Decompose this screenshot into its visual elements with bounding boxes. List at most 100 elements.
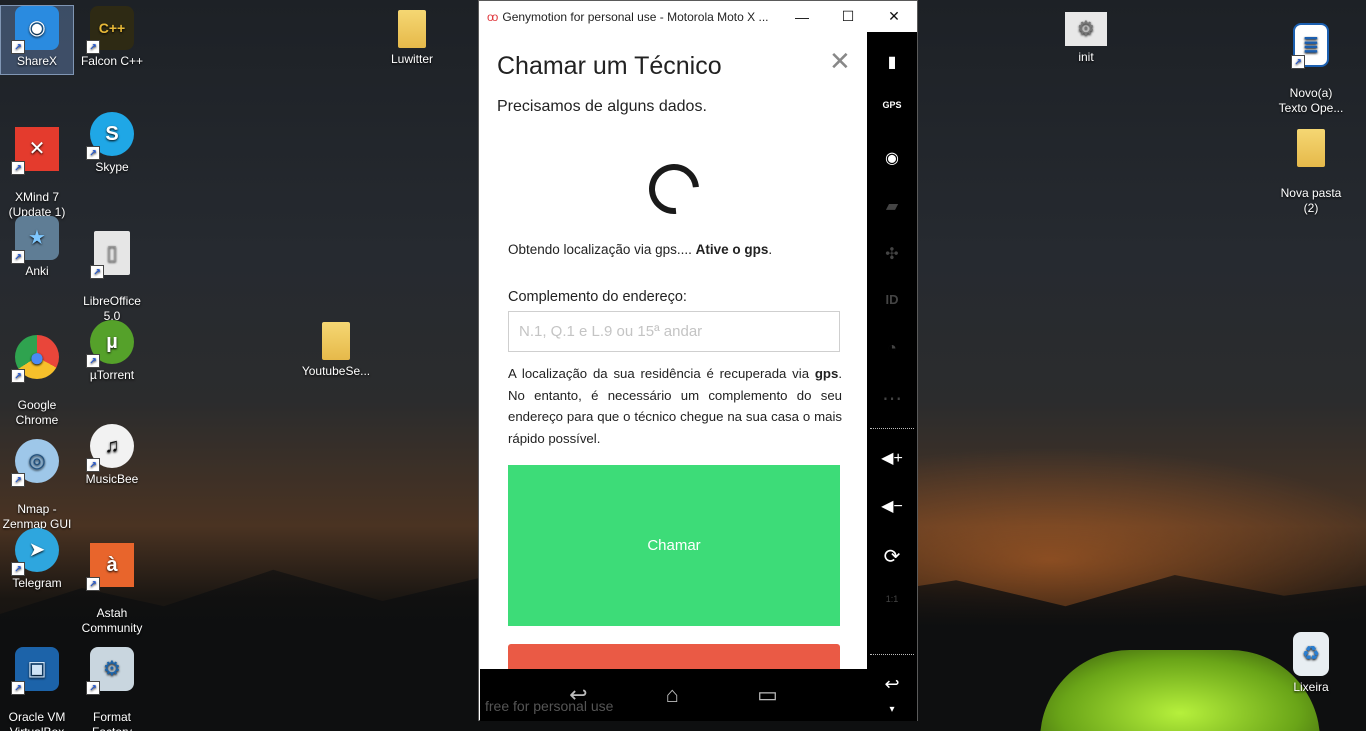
dpad-icon[interactable]: ✣ xyxy=(867,244,917,264)
xmind-icon: ✕ ↗ xyxy=(11,127,59,175)
desktop-icon-musicbee[interactable]: ♫ ↗ MusicBee xyxy=(76,424,148,487)
info-text: A localização da sua residência é recupe… xyxy=(508,363,842,449)
astah-icon: à ↗ xyxy=(86,543,134,591)
desktop-icon-nova-pasta[interactable]: Nova pasta (2) xyxy=(1275,114,1347,231)
gps-status-prefix: Obtendo localização via gps.... xyxy=(508,242,696,257)
desktop-icon-label: MusicBee xyxy=(85,472,139,486)
toolbar-separator xyxy=(870,654,914,655)
close-window-button[interactable]: ✕ xyxy=(871,1,917,32)
loading-spinner-icon xyxy=(638,153,710,225)
complement-input[interactable] xyxy=(508,311,840,352)
shortcut-arrow-icon: ↗ xyxy=(86,458,100,472)
window-title: Genymotion for personal use - Motorola M… xyxy=(502,9,769,24)
recycle-bin-icon: ♻ xyxy=(1293,632,1329,676)
shortcut-arrow-icon: ↗ xyxy=(11,369,25,383)
desktop-icon-label: YoutubeSe... xyxy=(301,364,371,378)
gear-icon: ⚙ xyxy=(1065,12,1107,46)
sharex-icon: ◉ ↗ xyxy=(11,6,59,54)
sms-icon[interactable]: ⋯ xyxy=(867,386,917,411)
volume-down-icon[interactable]: ◀− xyxy=(867,496,917,516)
desktop-icon-skype[interactable]: S ↗ Skype xyxy=(76,112,148,175)
page-title: Chamar um Técnico xyxy=(497,52,722,80)
desktop-icon-luwitter[interactable]: Luwitter xyxy=(376,10,448,67)
capture-icon[interactable]: ▰ xyxy=(867,196,917,216)
more-icon[interactable]: ▾ xyxy=(867,704,917,715)
battery-icon[interactable]: ▮ xyxy=(867,52,917,72)
shortcut-arrow-icon: ↗ xyxy=(11,161,25,175)
maximize-button[interactable]: ☐ xyxy=(825,1,871,32)
libreoffice-icon: ▯ ↗ xyxy=(90,231,130,279)
desktop-icon-label: Lixeira xyxy=(1293,680,1329,694)
gps-status-action: Ative o gps xyxy=(695,242,769,257)
musicbee-icon: ♫ ↗ xyxy=(86,424,134,472)
call-button[interactable]: Chamar xyxy=(508,465,840,626)
desktop-icon-label: Falcon C++ xyxy=(80,54,144,68)
pixel-perfect-icon[interactable]: 1:1 xyxy=(867,594,917,604)
window-titlebar[interactable]: oo Genymotion for personal use - Motorol… xyxy=(479,1,917,32)
device-id-icon[interactable]: ID xyxy=(867,292,917,307)
shortcut-arrow-icon: ↗ xyxy=(1291,55,1305,69)
back-icon[interactable]: ↩ xyxy=(867,674,917,695)
genymotion-logo-icon: oo xyxy=(487,9,498,24)
genymotion-toolbar: ▮ GPS ◉ ▰ ✣ ID ◔ ⋯ ◀+ ◀− ⟳ 1:1 ↩ ▾ xyxy=(867,32,917,721)
recents-nav-icon[interactable]: ▭ xyxy=(757,682,778,708)
shortcut-arrow-icon: ↗ xyxy=(86,354,100,368)
desktop-icon-label: init xyxy=(1078,50,1094,64)
genymotion-window: oo Genymotion for personal use - Motorol… xyxy=(478,0,918,721)
desktop-icon-telegram[interactable]: ➤ ↗ Telegram xyxy=(1,528,73,591)
home-nav-icon[interactable]: ⌂ xyxy=(666,682,679,708)
volume-up-icon[interactable]: ◀+ xyxy=(867,448,917,468)
close-icon[interactable]: ✕ xyxy=(829,46,851,77)
info-text-gps: gps xyxy=(814,366,839,381)
gps-status-text: Obtendo localização via gps.... Ative o … xyxy=(508,242,772,257)
shortcut-arrow-icon: ↗ xyxy=(11,681,25,695)
folder-icon xyxy=(1297,129,1325,167)
shortcut-arrow-icon: ↗ xyxy=(86,146,100,160)
desktop-icon-anki[interactable]: ★ ↗ Anki xyxy=(1,216,73,279)
shortcut-arrow-icon: ↗ xyxy=(11,40,25,54)
folder-icon xyxy=(398,10,426,48)
desktop-icon-sharex[interactable]: ◉ ↗ ShareX xyxy=(0,5,74,75)
telegram-icon: ➤ ↗ xyxy=(11,528,59,576)
desktop-icon-label: Telegram xyxy=(12,576,62,590)
desktop-icon-init[interactable]: ⚙ init xyxy=(1050,12,1122,65)
shortcut-arrow-icon: ↗ xyxy=(11,473,25,487)
desktop-icon-label: Skype xyxy=(95,160,129,174)
desktop-icon-youtubese[interactable]: YoutubeSe... xyxy=(298,322,374,379)
android-screen: Chamar um Técnico ✕ Precisamos de alguns… xyxy=(480,32,867,669)
desktop-icon-virtualbox[interactable]: ▣↗ Oracle VM VirtualBox xyxy=(1,632,73,731)
rotate-icon[interactable]: ⟳ xyxy=(867,544,917,569)
gps-status-suffix: . xyxy=(768,242,773,257)
minimize-button[interactable]: — xyxy=(779,1,825,32)
shortcut-arrow-icon: ↗ xyxy=(86,40,100,54)
shortcut-arrow-icon: ↗ xyxy=(11,562,25,576)
anki-icon: ★ ↗ xyxy=(11,216,59,264)
page-subtitle: Precisamos de alguns dados. xyxy=(497,98,707,115)
shortcut-arrow-icon: ↗ xyxy=(86,577,100,591)
folder-icon xyxy=(322,322,350,360)
desktop-icon-novo-texto[interactable]: ≣ ↗ Novo(a) Texto Ope... xyxy=(1275,8,1347,131)
desktop-icon-label: Format Factory xyxy=(92,710,132,731)
complement-label: Complemento do endereço: xyxy=(508,289,687,305)
cancel-button[interactable] xyxy=(508,644,840,669)
desktop-icon-lixeira[interactable]: ♻ Lixeira xyxy=(1275,632,1347,695)
desktop-icon-label: Oracle VM VirtualBox xyxy=(8,710,66,731)
desktop-icon-label: Luwitter xyxy=(390,52,434,66)
text-document-icon: ≣ ↗ xyxy=(1291,23,1329,69)
utorrent-icon: µ ↗ xyxy=(86,320,134,368)
rss-icon[interactable]: ◔ xyxy=(867,340,917,358)
info-text-part1: A localização da sua residência é recupe… xyxy=(508,366,815,381)
desktop-icon-falcon[interactable]: C++ ↗ Falcon C++ xyxy=(76,6,148,69)
desktop-icon-label: Novo(a) Texto Ope... xyxy=(1278,86,1344,115)
shortcut-arrow-icon: ↗ xyxy=(90,265,104,279)
camera-icon[interactable]: ◉ xyxy=(867,148,917,168)
falcon-icon: C++ ↗ xyxy=(86,6,134,54)
virtualbox-icon: ▣ ↗ xyxy=(11,647,59,695)
desktop-icon-utorrent[interactable]: µ ↗ µTorrent xyxy=(76,320,148,383)
desktop-icon-format-factory[interactable]: ⚙↗ Format Factory xyxy=(76,632,148,731)
desktop-icon-label: ShareX xyxy=(16,54,58,68)
desktop-icon-label: Nova pasta (2) xyxy=(1280,186,1342,215)
shortcut-arrow-icon: ↗ xyxy=(11,250,25,264)
gps-icon[interactable]: GPS xyxy=(867,100,917,110)
toolbar-separator xyxy=(870,428,914,429)
